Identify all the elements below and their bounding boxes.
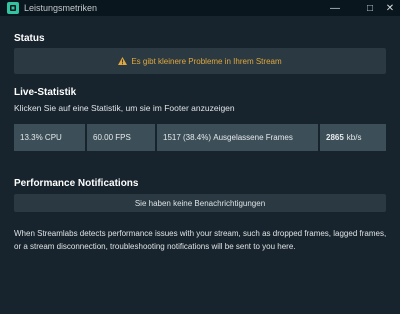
- stat-label: kb/s: [346, 133, 362, 142]
- warning-icon: [118, 57, 128, 65]
- notifications-description: When Streamlabs detects performance issu…: [14, 229, 387, 251]
- stat-value: 1517 (38.4%): [163, 133, 212, 142]
- status-heading: Status: [14, 33, 45, 44]
- close-icon: ✕: [385, 2, 395, 14]
- stat-dropped-frames[interactable]: 1517 (38.4%) Ausgelassene Frames: [157, 124, 318, 151]
- stat-cpu[interactable]: 13.3% CPU: [14, 124, 85, 151]
- status-message: Es gibt kleinere Probleme in Ihrem Strea…: [131, 56, 282, 66]
- window-title: Leistungsmetriken: [24, 3, 98, 13]
- stat-value: 13.3%: [20, 133, 43, 142]
- close-button[interactable]: ✕: [380, 0, 400, 16]
- notifications-empty-box: Sie haben keine Benachrichtigungen: [14, 194, 386, 212]
- notifications-heading: Performance Notifications: [14, 178, 139, 189]
- maximize-button[interactable]: □: [360, 0, 380, 16]
- title-bar: Leistungsmetriken — □ ✕: [0, 0, 400, 16]
- streamlabs-app-icon: [7, 2, 19, 14]
- stat-value: 60.00: [93, 133, 114, 142]
- maximize-icon: □: [366, 2, 374, 14]
- stat-label: CPU: [44, 133, 62, 142]
- status-message-box: Es gibt kleinere Probleme in Ihrem Strea…: [14, 48, 386, 74]
- live-stats-hint: Klicken Sie auf eine Statistik, um sie i…: [14, 103, 235, 113]
- notifications-empty-message: Sie haben keine Benachrichtigungen: [134, 198, 266, 208]
- stats-row: 13.3% CPU 60.00 FPS 1517 (38.4%) Ausgela…: [14, 124, 386, 151]
- stat-value: 2865: [326, 133, 344, 142]
- stat-bitrate[interactable]: 2865 kb/s: [320, 124, 386, 151]
- live-stats-heading: Live-Statistik: [14, 87, 77, 98]
- stat-fps[interactable]: 60.00 FPS: [87, 124, 155, 151]
- stat-label: Ausgelassene Frames: [213, 133, 293, 142]
- minimize-icon: —: [330, 2, 340, 14]
- minimize-button[interactable]: —: [325, 0, 345, 16]
- stat-label: FPS: [115, 133, 131, 142]
